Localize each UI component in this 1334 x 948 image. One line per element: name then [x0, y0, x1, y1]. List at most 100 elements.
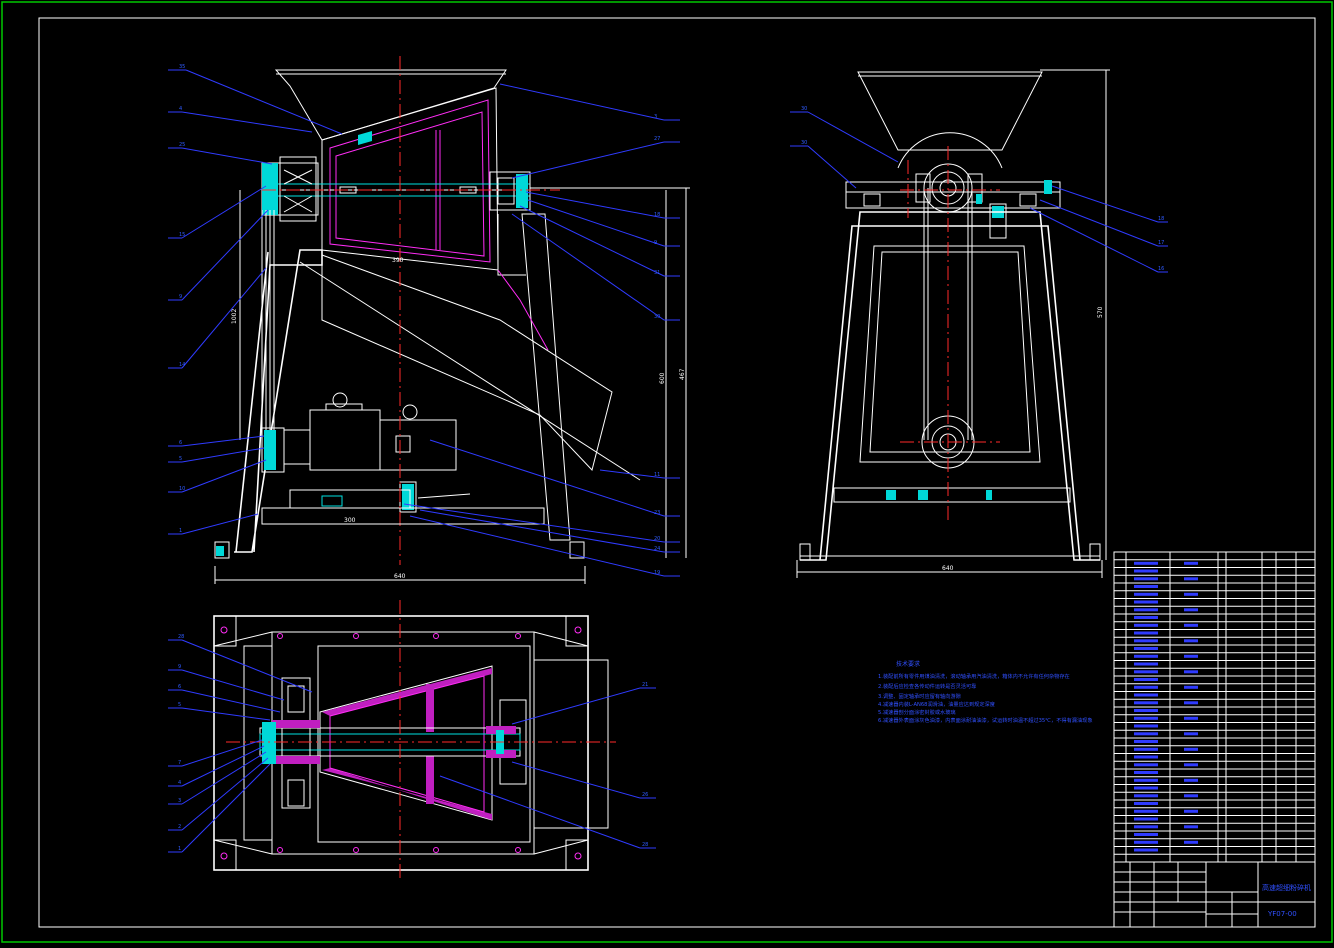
balloon-side-right-2: 27 [654, 136, 660, 142]
balloon-side-right-1: 3 [654, 114, 657, 120]
balloon-side-right-3: 18 [654, 212, 660, 218]
outer-frame [1, 1, 1333, 943]
balloon-side-left-1: 35 [179, 64, 185, 70]
parts-list-entry-mark [1134, 639, 1158, 643]
balloon-side-right-4: 9 [654, 240, 657, 246]
balloon-front-left-2: 30 [801, 140, 807, 146]
parts-list-entry-mark [1134, 732, 1158, 736]
top-view [213, 600, 616, 880]
inner-frame [38, 17, 1316, 928]
parts-list-entry-mark [1134, 701, 1158, 705]
parts-list-entry-mark [1134, 778, 1158, 782]
tech-note-line: 5.减速器剖分面涂密封胶或水玻璃 [878, 708, 956, 716]
parts-list-entry-mark [1134, 747, 1158, 751]
balloon-top-left-8: 2 [178, 824, 181, 830]
parts-list-entry-mark [1134, 724, 1158, 728]
side-view [214, 56, 690, 584]
parts-list-entry-mark [1134, 802, 1158, 805]
tech-notes-title: 技术要求 [896, 660, 920, 668]
parts-list-entry-mark [1134, 600, 1158, 604]
parts-list-entry-mark [1184, 639, 1198, 643]
balloon-side-left-2: 4 [179, 106, 182, 112]
parts-list-entry-mark [1184, 623, 1198, 627]
parts-list-entry-mark [1184, 825, 1198, 829]
balloon-top-left-3: 6 [178, 684, 181, 690]
balloon-top-left-2: 9 [178, 664, 181, 670]
balloon-side-right-6: 30 [654, 314, 660, 320]
balloon-top-left-9: 1 [178, 846, 181, 852]
dim-side-3: 467 [679, 368, 686, 380]
balloon-front-right-3: 16 [1158, 266, 1164, 272]
technical-requirements: 技术要求 1.装配前所有零件用煤油清洗，滚动轴承用汽油清洗，箱体内不允许有任何杂… [878, 660, 1093, 724]
parts-list-entry-mark [1184, 701, 1198, 705]
parts-list-entry-mark [1134, 654, 1158, 658]
balloon-front-left-1: 30 [801, 106, 807, 112]
cad-canvas: 35 4 25 15 9 14 6 5 10 1 3 27 18 9 31 30… [1, 1, 1333, 943]
tech-note-line: 6.减速器外表面涂灰色油漆，内表面涂耐油油漆，试运转时油温不超过35℃，不得有漏… [878, 716, 1093, 724]
balloon-side-left-5: 9 [179, 294, 182, 300]
parts-list-entry-mark [1134, 825, 1158, 829]
parts-list-entry-mark [1184, 654, 1198, 658]
balloon-side-right-8: 23 [654, 510, 660, 516]
balloon-side-left-3: 25 [179, 142, 185, 148]
parts-list-entry-mark [1184, 577, 1198, 581]
parts-list-entry-mark [1184, 608, 1198, 612]
cad-drawing-sheet: 35 4 25 15 9 14 6 5 10 1 3 27 18 9 31 30… [0, 0, 1334, 944]
balloon-side-left-8: 5 [179, 456, 182, 462]
parts-list-entry-mark [1184, 840, 1198, 844]
balloon-top-right-2: 26 [642, 792, 648, 798]
parts-list-entry-mark [1134, 755, 1158, 759]
parts-list-entry-mark [1134, 585, 1158, 588]
parts-list-entry-mark [1184, 809, 1198, 813]
tech-note-line: 2.装配后应检查各传动件运转是否灵活可靠 [878, 682, 976, 690]
parts-list-entry-mark [1134, 647, 1158, 650]
drawing-title: 高速超细粉碎机 [1262, 883, 1311, 892]
tech-note-line: 4.减速器内装L-AN68润滑油，油量应达到规定深度 [878, 700, 995, 708]
parts-list-entry-mark [1134, 662, 1158, 666]
side-view-leaders: 35 4 25 15 9 14 6 5 10 1 3 27 18 9 31 30… [168, 64, 686, 580]
parts-list-entry-mark [1134, 577, 1158, 581]
tech-note-line: 3.调整、固定轴承时应留有轴向游隙 [878, 692, 961, 700]
balloon-side-right-11: 19 [654, 570, 660, 576]
parts-list-entry-mark [1134, 848, 1158, 852]
dim-side-5: 300 [344, 517, 356, 524]
parts-list-entry-mark [1184, 685, 1198, 689]
parts-list-entry-mark [1134, 833, 1158, 836]
front-view [796, 69, 1110, 578]
balloon-front-right-2: 17 [1158, 240, 1164, 246]
balloon-front-right-1: 18 [1158, 216, 1164, 222]
parts-list-entry-mark [1134, 631, 1158, 635]
balloon-side-right-5: 31 [654, 270, 660, 276]
dim-side-1: 390 [392, 257, 404, 264]
parts-list-entry-mark [1134, 763, 1158, 767]
parts-list-entry-mark [1184, 670, 1198, 674]
parts-list-entry-mark [1184, 716, 1198, 720]
parts-list-entry-mark [1134, 786, 1158, 790]
drawing-number: YF07-00 [1267, 910, 1297, 918]
parts-list-entry-mark [1184, 747, 1198, 751]
parts-list-entry-mark [1184, 763, 1198, 767]
parts-list-entry-mark [1134, 794, 1158, 798]
balloon-top-right-1: 21 [642, 682, 648, 688]
parts-list-grid [1114, 552, 1315, 862]
balloon-side-right-10: 24 [654, 546, 660, 552]
parts-list-entry-mark [1134, 616, 1158, 619]
parts-list-entry-mark [1134, 670, 1158, 674]
top-view-leaders: 28 9 6 5 7 4 3 2 1 21 26 28 [168, 634, 656, 853]
parts-list-entry-mark [1134, 771, 1158, 774]
parts-list-entry-mark [1134, 623, 1158, 627]
parts-list-entry-mark [1134, 840, 1158, 844]
parts-list-entry-mark [1134, 561, 1158, 565]
parts-list-entry-mark [1134, 809, 1158, 813]
parts-list-and-title-block: 高速超细粉碎机 YF07-00 [1113, 551, 1316, 928]
balloon-top-left-1: 28 [178, 634, 184, 640]
parts-list-entry-mark [1134, 716, 1158, 720]
parts-list-entry-mark [1134, 740, 1158, 743]
dim-front-height: 570 [1097, 306, 1104, 318]
parts-list-entry-mark [1134, 592, 1158, 596]
dim-side-6: 640 [394, 573, 406, 580]
parts-list-entry-mark [1134, 685, 1158, 689]
parts-list-entry-mark [1134, 569, 1158, 573]
parts-list-entry-mark [1134, 817, 1158, 821]
balloon-top-left-5: 7 [178, 760, 181, 766]
